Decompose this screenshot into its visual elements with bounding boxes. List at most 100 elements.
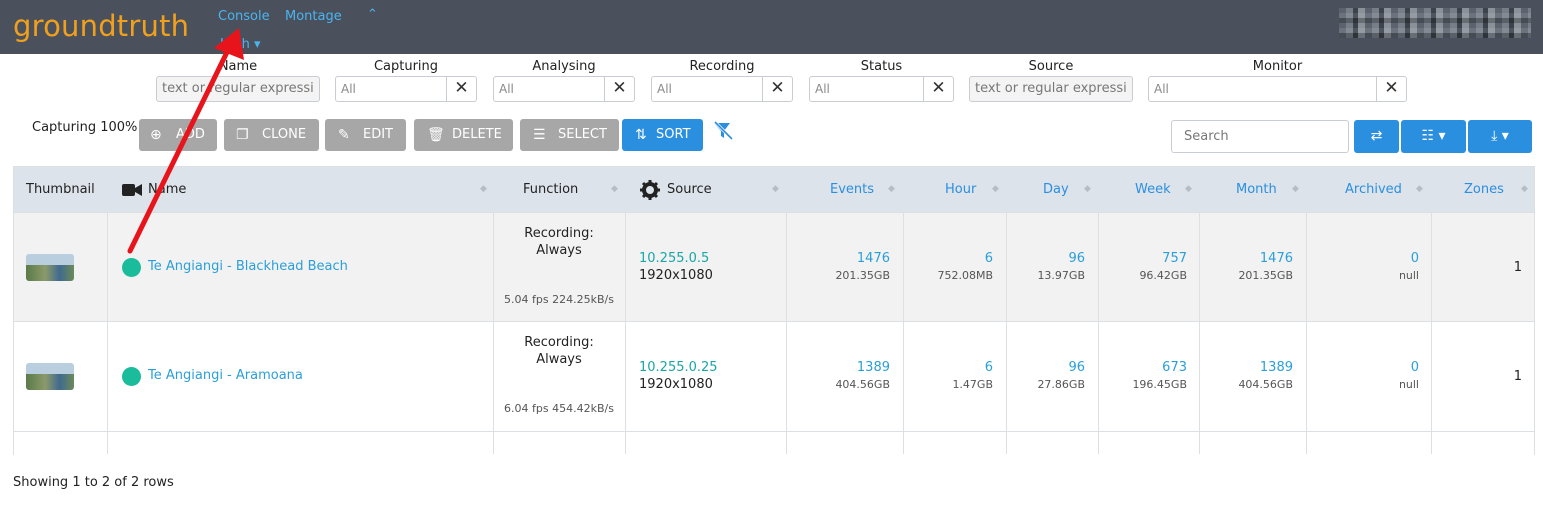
hour-count-link[interactable]: 6 xyxy=(985,251,993,266)
sort-indicator-icon: ◆ xyxy=(611,184,618,194)
copy-icon: ❐ xyxy=(236,127,249,143)
month-count-link[interactable]: 1389 xyxy=(1260,360,1293,375)
select-button[interactable]: ☰ SELECT xyxy=(520,119,619,151)
zones-count[interactable]: 1 xyxy=(1514,260,1522,275)
status-indicator xyxy=(122,258,141,277)
monitor-fps: 6.04 fps 454.42kB/s xyxy=(504,402,614,415)
sort-indicator-icon: ◆ xyxy=(772,184,779,194)
add-button[interactable]: ⊕ ADD xyxy=(139,119,217,151)
delete-button[interactable]: 🗑 DELETE xyxy=(414,119,513,151)
sort-indicator-icon: ◆ xyxy=(1292,184,1299,194)
sort-indicator-icon: ◆ xyxy=(480,184,487,194)
filter-clear-icon[interactable] xyxy=(712,120,734,146)
col-zones[interactable]: Zones xyxy=(1464,167,1504,212)
col-events[interactable]: Events xyxy=(830,167,874,212)
filter-recording-label: Recording xyxy=(689,59,755,74)
hour-size: 752.08MB xyxy=(937,269,993,282)
export-button[interactable]: ⤓ ▾ xyxy=(1468,120,1532,153)
col-source[interactable]: Source xyxy=(667,167,712,212)
week-size: 96.42GB xyxy=(1139,269,1187,282)
archived-count-link[interactable]: 0 xyxy=(1411,251,1419,266)
col-name[interactable]: Name xyxy=(148,167,186,212)
sort-indicator-icon: ◆ xyxy=(1185,184,1192,194)
filter-capturing-select[interactable]: All ✕ xyxy=(335,76,477,102)
zones-count[interactable]: 1 xyxy=(1514,369,1522,384)
bandwidth-dropdown[interactable]: High ▾ xyxy=(220,37,261,52)
filter-recording-select[interactable]: All ✕ xyxy=(651,76,793,102)
refresh-icon: ⇄ xyxy=(1370,128,1383,144)
month-size: 404.56GB xyxy=(1238,378,1293,391)
trash-icon: 🗑 xyxy=(427,127,445,143)
col-week[interactable]: Week xyxy=(1135,167,1171,212)
day-size: 13.97GB xyxy=(1037,269,1085,282)
hour-size: 1.47GB xyxy=(952,378,993,391)
clear-icon[interactable]: ✕ xyxy=(1376,77,1406,101)
gear-icon xyxy=(640,167,660,212)
search-input[interactable]: Search xyxy=(1171,120,1349,153)
video-camera-icon xyxy=(122,167,142,212)
filter-analysing-label: Analysing xyxy=(532,59,596,74)
nav-montage-link[interactable]: Montage xyxy=(285,9,342,24)
download-icon: ⤓ ▾ xyxy=(1491,128,1509,144)
monitor-name-link[interactable]: Te Angiangi - Aramoana xyxy=(148,368,303,383)
filter-name-input[interactable]: text or regular expressi xyxy=(156,76,320,102)
source-resolution: 1920x1080 xyxy=(639,268,713,283)
sort-button[interactable]: ⇅ SORT xyxy=(622,119,703,151)
filter-status-select[interactable]: All ✕ xyxy=(809,76,954,102)
col-hour[interactable]: Hour xyxy=(945,167,976,212)
clone-button[interactable]: ❐ CLONE xyxy=(224,119,319,151)
filter-source-input[interactable]: text or regular expressi xyxy=(969,76,1133,102)
monitor-name-link[interactable]: Te Angiangi - Blackhead Beach xyxy=(148,259,348,274)
events-count-link[interactable]: 1389 xyxy=(857,360,890,375)
week-size: 196.45GB xyxy=(1132,378,1187,391)
clear-icon[interactable]: ✕ xyxy=(446,77,476,101)
events-count-link[interactable]: 1476 xyxy=(857,251,890,266)
archived-count-link[interactable]: 0 xyxy=(1411,360,1419,375)
monitors-table: Thumbnail Name ◆ Function ◆ Source ◆ Eve… xyxy=(13,166,1535,455)
monitor-function[interactable]: Recording: Always xyxy=(493,225,625,259)
filter-name-label: Name xyxy=(218,59,258,74)
day-count-link[interactable]: 96 xyxy=(1068,251,1085,266)
col-function[interactable]: Function xyxy=(523,167,578,212)
table-header: Thumbnail Name ◆ Function ◆ Source ◆ Eve… xyxy=(14,167,1534,212)
col-month[interactable]: Month xyxy=(1236,167,1277,212)
month-count-link[interactable]: 1476 xyxy=(1260,251,1293,266)
filter-monitor-select[interactable]: All ✕ xyxy=(1148,76,1407,102)
month-size: 201.35GB xyxy=(1238,269,1293,282)
clear-icon[interactable]: ✕ xyxy=(923,77,953,101)
monitor-function[interactable]: Recording: Always xyxy=(493,334,625,368)
edit-button[interactable]: ✎ EDIT xyxy=(325,119,406,151)
col-day[interactable]: Day xyxy=(1043,167,1069,212)
filter-analysing-select[interactable]: All ✕ xyxy=(493,76,635,102)
day-count-link[interactable]: 96 xyxy=(1068,360,1085,375)
clear-icon[interactable]: ✕ xyxy=(604,77,634,101)
refresh-button[interactable]: ⇄ xyxy=(1354,120,1399,153)
status-indicator xyxy=(122,367,141,386)
monitor-thumbnail[interactable] xyxy=(26,254,74,281)
sort-indicator-icon: ◆ xyxy=(1521,184,1528,194)
filter-capturing-label: Capturing xyxy=(373,59,439,74)
nav-console-link[interactable]: Console xyxy=(218,9,270,24)
day-size: 27.86GB xyxy=(1037,378,1085,391)
clear-icon[interactable]: ✕ xyxy=(762,77,792,101)
source-resolution: 1920x1080 xyxy=(639,377,713,392)
columns-toggle-button[interactable]: ☷ ▾ xyxy=(1401,120,1466,153)
filter-source-label: Source xyxy=(1028,59,1074,74)
user-info-blurred xyxy=(1339,8,1531,38)
hour-count-link[interactable]: 6 xyxy=(985,360,993,375)
capturing-percentage: Capturing 100% xyxy=(32,120,138,135)
monitor-thumbnail[interactable] xyxy=(26,363,74,390)
sort-indicator-icon: ◆ xyxy=(1084,184,1091,194)
monitor-fps: 5.04 fps 224.25kB/s xyxy=(504,293,614,306)
top-navbar: groundtruth Console Montage ⌃ High ▾ xyxy=(0,0,1543,54)
sort-icon: ⇅ xyxy=(635,127,647,143)
collapse-caret-icon[interactable]: ⌃ xyxy=(367,7,378,22)
source-ip-link[interactable]: 10.255.0.25 xyxy=(639,360,718,375)
brand-logo[interactable]: groundtruth xyxy=(13,9,189,43)
col-archived[interactable]: Archived xyxy=(1345,167,1402,212)
columns-icon: ☷ ▾ xyxy=(1421,128,1446,144)
source-ip-link[interactable]: 10.255.0.5 xyxy=(639,251,709,266)
week-count-link[interactable]: 757 xyxy=(1162,251,1187,266)
events-size: 201.35GB xyxy=(835,269,890,282)
week-count-link[interactable]: 673 xyxy=(1162,360,1187,375)
